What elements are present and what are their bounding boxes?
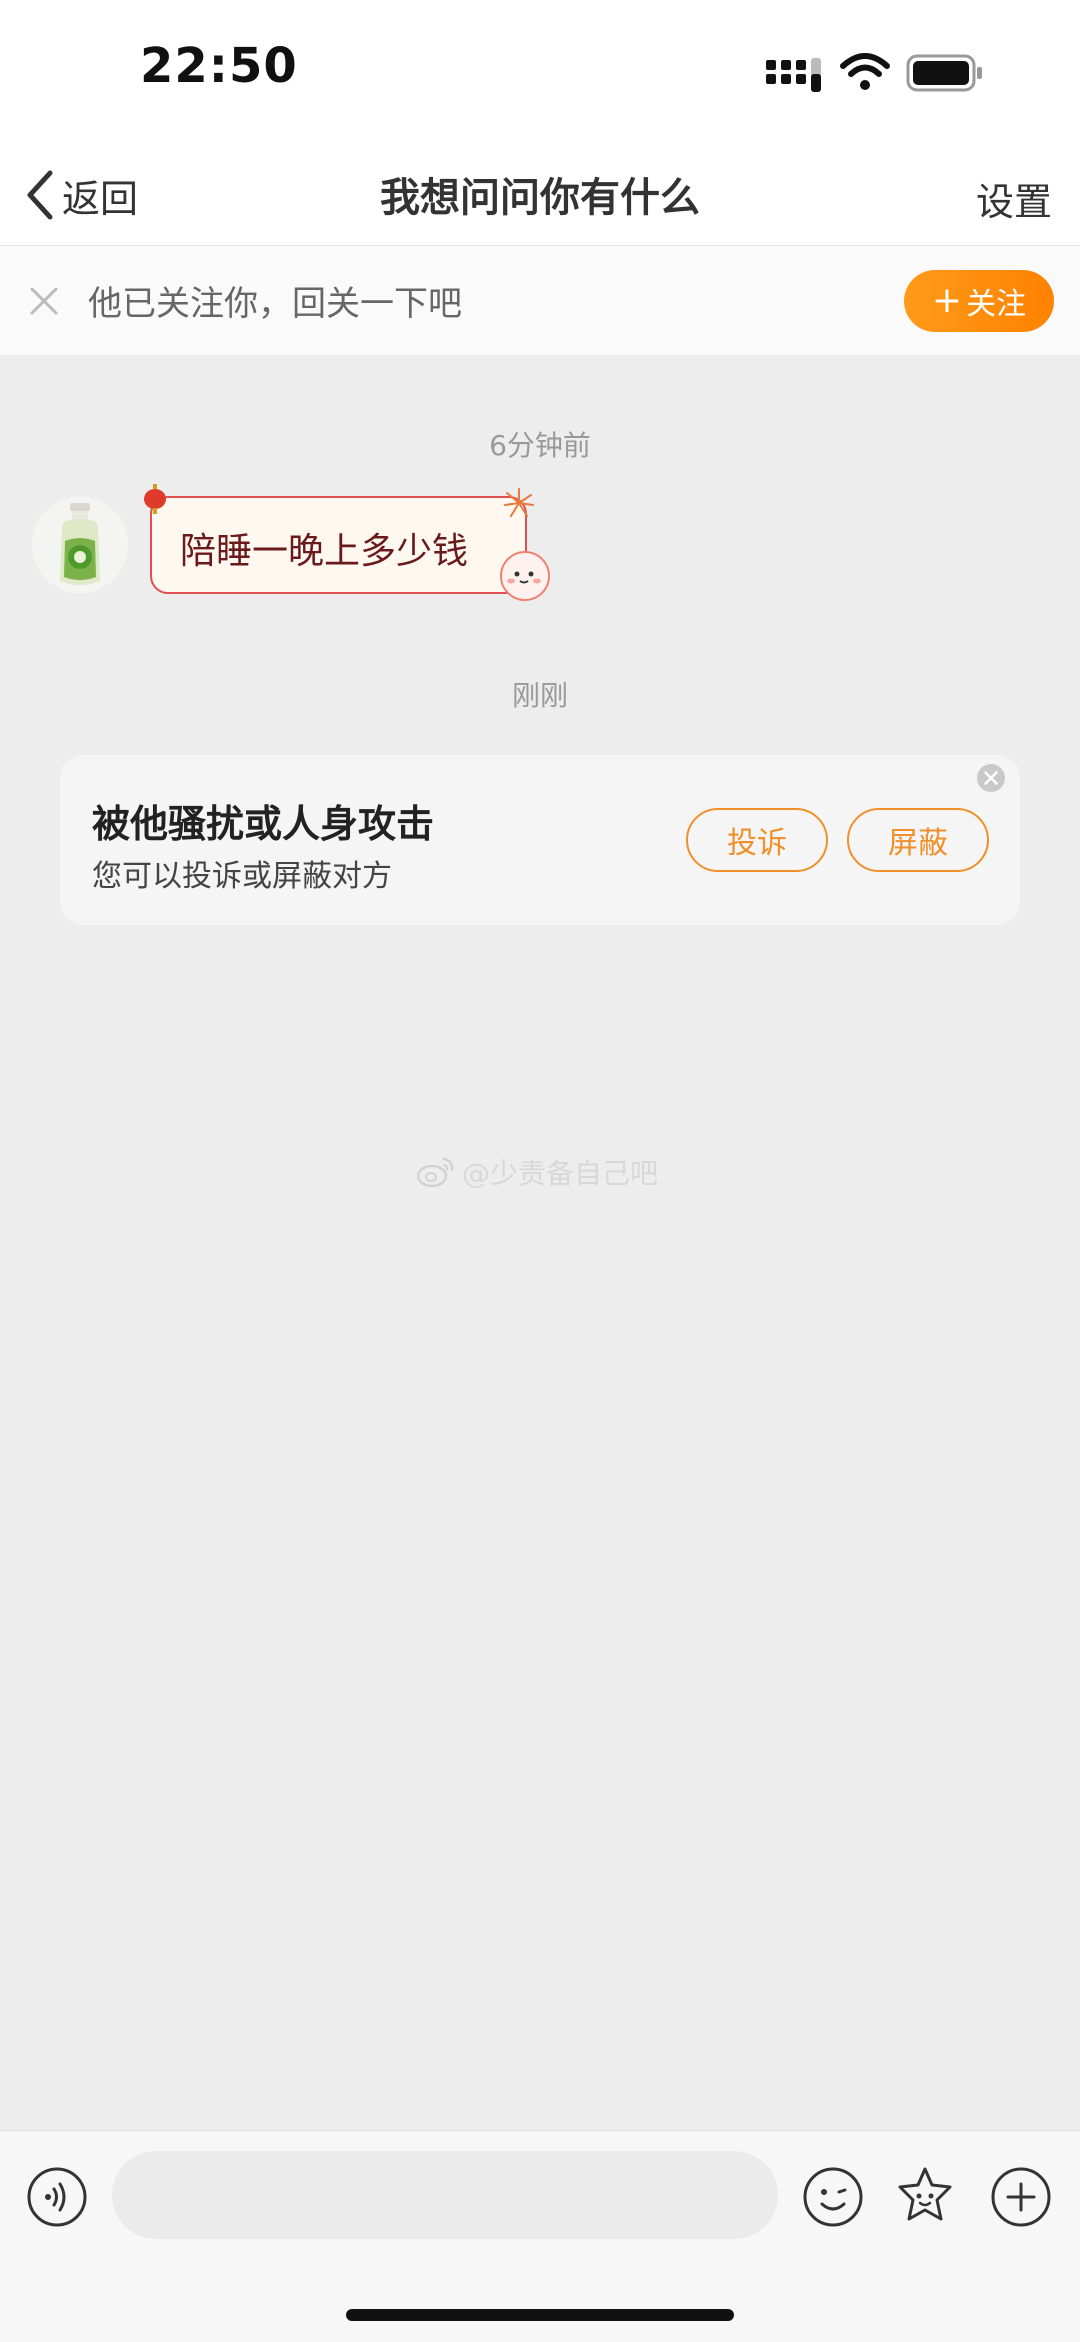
close-icon[interactable] [976, 763, 1006, 793]
battery-icon [906, 54, 982, 92]
follow-banner: 他已关注你，回关一下吧 + 关注 [0, 246, 1080, 355]
signal-icon [766, 58, 821, 92]
lantern-decoration-icon [144, 484, 166, 514]
home-indicator [346, 2309, 734, 2321]
nav-bar: 返回 我想问问你有什么 设置 [0, 145, 1080, 246]
follow-back-button[interactable]: + 关注 [904, 270, 1054, 332]
follow-button-label: 关注 [966, 287, 1027, 322]
message-text: 陪睡一晚上多少钱 [180, 531, 469, 572]
avatar[interactable] [32, 497, 128, 593]
page-title: 我想问问你有什么 [380, 175, 700, 221]
message-bubble[interactable]: 陪睡一晚上多少钱 [144, 484, 550, 601]
message-input-bar [0, 2130, 1080, 2342]
sticker-icon[interactable] [892, 2163, 958, 2229]
card-subtitle: 您可以投诉或屏蔽对方 [92, 859, 392, 894]
message-timestamp: 刚刚 [511, 679, 568, 712]
watermark-text: @少责备自己吧 [462, 1157, 659, 1190]
settings-button[interactable]: 设置 [976, 171, 1052, 226]
card-title: 被他骚扰或人身攻击 [92, 802, 435, 846]
block-button[interactable]: 屏蔽 [847, 808, 989, 872]
message-input[interactable] [112, 2151, 778, 2239]
avatar-bottle-image [32, 497, 128, 593]
firework-decoration-icon [504, 488, 534, 517]
message-timestamp: 6分钟前 [489, 429, 591, 462]
follow-plus-icon: + [931, 280, 963, 321]
plus-circle-icon[interactable] [990, 2166, 1052, 2228]
complain-button[interactable]: 投诉 [686, 808, 828, 872]
voice-icon[interactable] [26, 2166, 88, 2228]
weibo-logo-icon [416, 1157, 454, 1188]
follow-prompt-text: 他已关注你，回关一下吧 [88, 284, 462, 324]
mascot-decoration-icon [500, 551, 550, 601]
close-icon[interactable] [26, 283, 62, 319]
status-bar: 22:50 [0, 0, 1080, 145]
harassment-report-card: 被他骚扰或人身攻击 您可以投诉或屏蔽对方 投诉 屏蔽 [60, 755, 1020, 925]
status-time: 22:50 [140, 38, 298, 94]
wifi-icon [840, 53, 890, 90]
watermark: @少责备自己吧 [416, 1152, 658, 1192]
emoji-icon[interactable] [802, 2166, 864, 2228]
